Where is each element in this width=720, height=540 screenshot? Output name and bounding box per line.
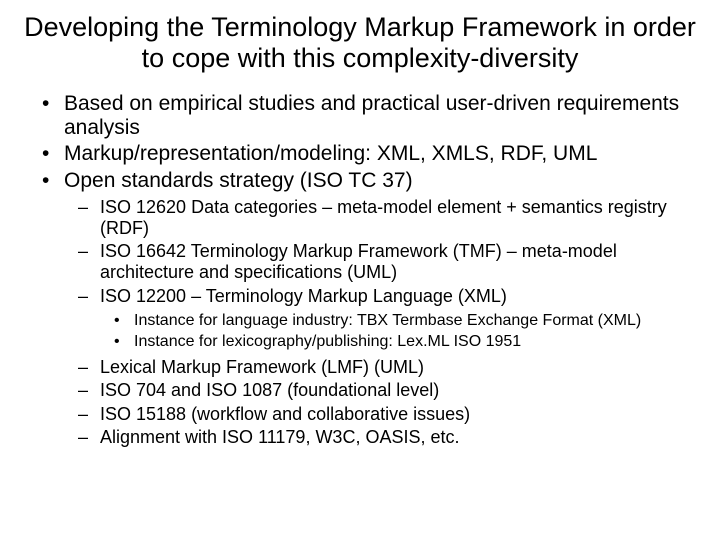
subsub-item: Instance for lexicography/publishing: Le… (134, 332, 700, 351)
bullet-item: Based on empirical studies and practical… (64, 92, 700, 140)
sub-item: Lexical Markup Framework (LMF) (UML) (100, 357, 700, 378)
sub-item: ISO 12200 – Terminology Markup Language … (100, 286, 700, 352)
subsub-item: Instance for language industry: TBX Term… (134, 311, 700, 330)
sub-item: Alignment with ISO 11179, W3C, OASIS, et… (100, 427, 700, 448)
sub-item: ISO 12620 Data categories – meta-model e… (100, 197, 700, 239)
sub-item: ISO 704 and ISO 1087 (foundational level… (100, 380, 700, 401)
bullet-list-level1: Based on empirical studies and practical… (20, 92, 700, 448)
sub-item: ISO 16642 Terminology Markup Framework (… (100, 241, 700, 283)
bullet-item: Markup/representation/modeling: XML, XML… (64, 142, 700, 166)
slide-title: Developing the Terminology Markup Framew… (20, 12, 700, 74)
bullet-list-level3: Instance for language industry: TBX Term… (100, 311, 700, 351)
bullet-list-level2: ISO 12620 Data categories – meta-model e… (64, 197, 700, 448)
slide: Developing the Terminology Markup Framew… (0, 0, 720, 540)
bullet-item: Open standards strategy (ISO TC 37) ISO … (64, 169, 700, 449)
sub-text: ISO 12200 – Terminology Markup Language … (100, 286, 507, 306)
sub-item: ISO 15188 (workflow and collaborative is… (100, 404, 700, 425)
bullet-text: Open standards strategy (ISO TC 37) (64, 169, 413, 192)
